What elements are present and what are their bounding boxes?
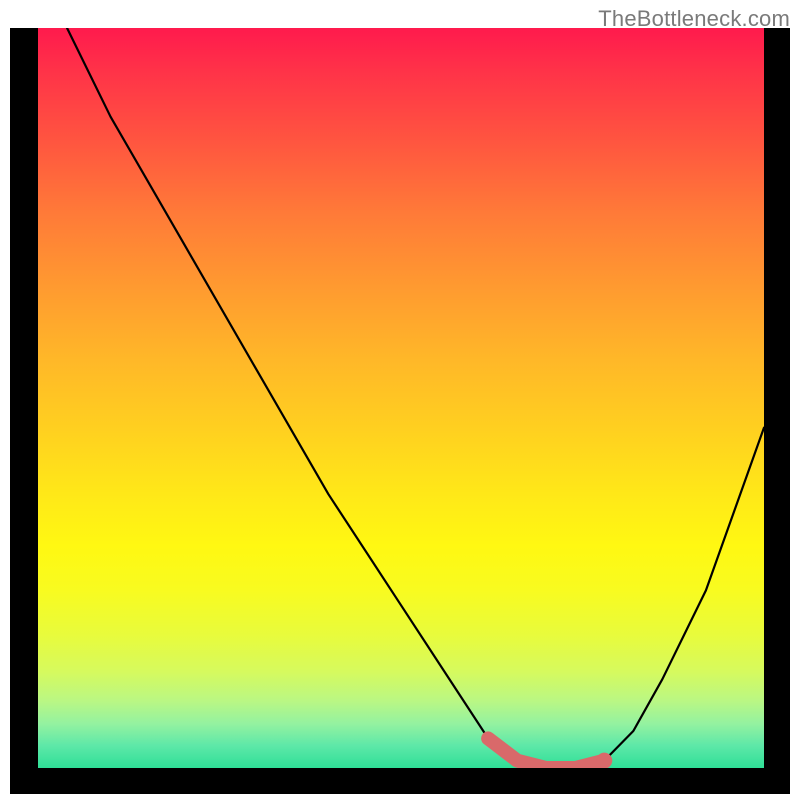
watermark-text: TheBottleneck.com xyxy=(598,6,790,32)
curve-svg xyxy=(38,28,764,768)
chart-frame: TheBottleneck.com xyxy=(0,0,800,800)
sweet-spot-highlight xyxy=(488,738,604,768)
bottleneck-curve xyxy=(67,28,764,768)
plot-area xyxy=(38,28,764,768)
plot-outer-black-border xyxy=(10,28,790,794)
sweet-spot-end-marker xyxy=(596,753,612,768)
